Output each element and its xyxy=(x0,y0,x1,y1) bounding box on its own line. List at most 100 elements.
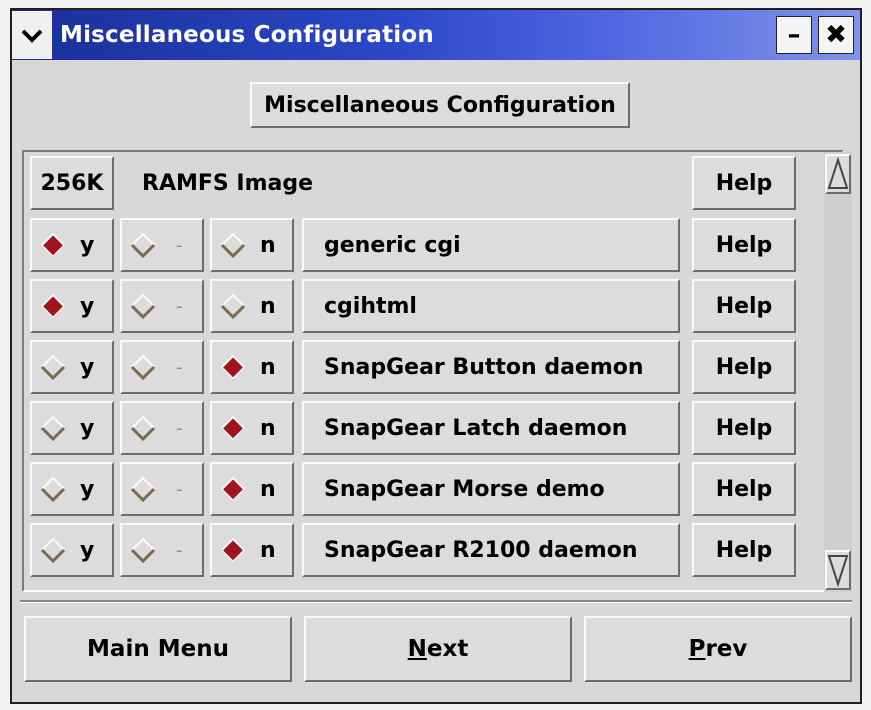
radio-m[interactable]: - xyxy=(120,279,204,333)
radio-unselected-icon xyxy=(130,293,164,319)
radio-y[interactable]: y xyxy=(30,523,114,577)
radio-m-label: - xyxy=(176,356,183,378)
scroll-down-icon xyxy=(827,555,849,588)
radio-unselected-icon xyxy=(130,476,164,502)
radio-n[interactable]: n xyxy=(210,218,294,272)
help-button[interactable]: Help xyxy=(692,462,796,516)
option-label: SnapGear Morse demo xyxy=(302,462,680,516)
scroll-up-icon xyxy=(827,156,849,189)
radio-unselected-icon xyxy=(130,537,164,563)
radio-m-label: - xyxy=(176,417,183,439)
radio-selected-icon xyxy=(220,354,254,380)
title-bar: Miscellaneous Configuration – ✖ xyxy=(12,10,860,60)
close-button[interactable]: ✖ xyxy=(818,16,854,54)
radio-unselected-icon xyxy=(220,293,254,319)
help-button[interactable]: Help xyxy=(692,340,796,394)
prev-mnemonic: P xyxy=(688,636,706,662)
help-button[interactable]: Help xyxy=(692,218,796,272)
radio-m[interactable]: - xyxy=(120,462,204,516)
help-button[interactable]: Help xyxy=(692,156,796,210)
radio-unselected-icon xyxy=(40,537,74,563)
help-button[interactable]: Help xyxy=(692,401,796,455)
option-row: y - n SnapGear R2100 daemon Help xyxy=(24,523,846,579)
help-button[interactable]: Help xyxy=(692,523,796,577)
radio-selected-icon xyxy=(220,415,254,441)
options-panel: 256K RAMFS Image Help y - n generic cgi Help… xyxy=(22,150,852,592)
option-row: y - n SnapGear Latch daemon Help xyxy=(24,401,846,457)
radio-y-label: y xyxy=(80,232,95,258)
ramfs-label: RAMFS Image xyxy=(142,170,314,196)
option-label: cgihtml xyxy=(302,279,680,333)
radio-y-label: y xyxy=(80,415,95,441)
window-title: Miscellaneous Configuration xyxy=(60,22,434,48)
radio-n[interactable]: n xyxy=(210,523,294,577)
option-row: y - n SnapGear Morse demo Help xyxy=(24,462,846,518)
option-row: y - n generic cgi Help xyxy=(24,218,846,274)
radio-m-label: - xyxy=(176,539,183,561)
option-label: SnapGear Button daemon xyxy=(302,340,680,394)
radio-unselected-icon xyxy=(130,415,164,441)
section-title-button[interactable]: Miscellaneous Configuration xyxy=(250,82,630,128)
radio-unselected-icon xyxy=(130,354,164,380)
radio-unselected-icon xyxy=(40,354,74,380)
prev-label: rev xyxy=(705,636,748,662)
radio-y[interactable]: y xyxy=(30,279,114,333)
chevron-down-icon xyxy=(21,21,43,49)
radio-y[interactable]: y xyxy=(30,462,114,516)
window-menu-button[interactable] xyxy=(12,11,52,59)
radio-m[interactable]: - xyxy=(120,340,204,394)
radio-m[interactable]: - xyxy=(120,218,204,272)
scroll-down-button[interactable] xyxy=(825,550,851,590)
radio-m[interactable]: - xyxy=(120,523,204,577)
radio-n[interactable]: n xyxy=(210,279,294,333)
option-row: y - n cgihtml Help xyxy=(24,279,846,335)
next-button[interactable]: Next xyxy=(304,616,572,682)
option-row: y - n SnapGear Button daemon Help xyxy=(24,340,846,396)
config-window: Miscellaneous Configuration – ✖ Miscella… xyxy=(10,8,862,704)
next-mnemonic: N xyxy=(407,636,427,662)
radio-y-label: y xyxy=(80,354,95,380)
close-icon: ✖ xyxy=(825,20,847,50)
radio-m-label: - xyxy=(176,478,183,500)
option-label: generic cgi xyxy=(302,218,680,272)
minimize-icon: – xyxy=(787,20,801,50)
radio-m-label: - xyxy=(176,234,183,256)
radio-n-label: n xyxy=(260,354,276,380)
radio-n-label: n xyxy=(260,232,276,258)
main-menu-label: Main Menu xyxy=(87,636,229,662)
radio-y[interactable]: y xyxy=(30,401,114,455)
help-button[interactable]: Help xyxy=(692,279,796,333)
radio-m[interactable]: - xyxy=(120,401,204,455)
radio-unselected-icon xyxy=(220,232,254,258)
prev-button[interactable]: Prev xyxy=(584,616,852,682)
radio-m-label: - xyxy=(176,295,183,317)
radio-unselected-icon xyxy=(40,476,74,502)
radio-selected-icon xyxy=(220,476,254,502)
next-label: ext xyxy=(426,636,469,662)
radio-y[interactable]: y xyxy=(30,340,114,394)
radio-n-label: n xyxy=(260,415,276,441)
separator xyxy=(20,600,852,603)
radio-n-label: n xyxy=(260,537,276,563)
option-label: SnapGear R2100 daemon xyxy=(302,523,680,577)
radio-y-label: y xyxy=(80,476,95,502)
ramfs-row: 256K RAMFS Image Help xyxy=(24,156,846,212)
scrollbar[interactable] xyxy=(824,152,852,592)
radio-n[interactable]: n xyxy=(210,462,294,516)
radio-n-label: n xyxy=(260,476,276,502)
radio-n[interactable]: n xyxy=(210,340,294,394)
scroll-up-button[interactable] xyxy=(825,154,851,194)
radio-y-label: y xyxy=(80,537,95,563)
radio-y[interactable]: y xyxy=(30,218,114,272)
radio-selected-icon xyxy=(40,232,74,258)
radio-n-label: n xyxy=(260,293,276,319)
main-menu-button[interactable]: Main Menu xyxy=(24,616,292,682)
radio-y-label: y xyxy=(80,293,95,319)
radio-selected-icon xyxy=(220,537,254,563)
minimize-button[interactable]: – xyxy=(776,16,812,54)
radio-unselected-icon xyxy=(40,415,74,441)
option-label: SnapGear Latch daemon xyxy=(302,401,680,455)
ramfs-size-field[interactable]: 256K xyxy=(30,156,114,210)
radio-n[interactable]: n xyxy=(210,401,294,455)
radio-selected-icon xyxy=(40,293,74,319)
